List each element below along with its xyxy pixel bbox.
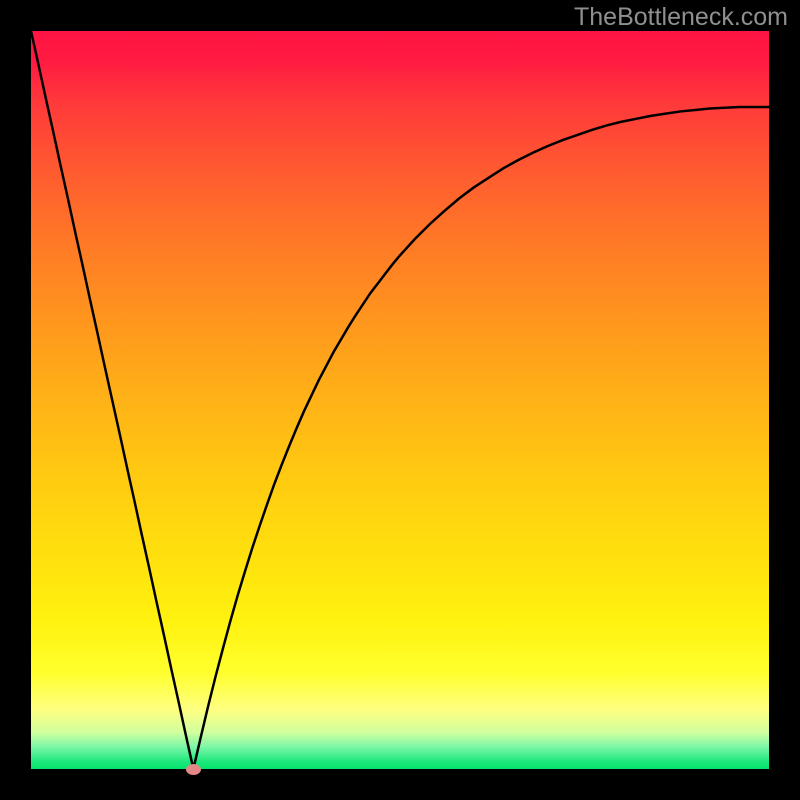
watermark-text: TheBottleneck.com (574, 3, 788, 32)
annotation-marker (186, 764, 201, 775)
bottleneck-curve (31, 31, 769, 769)
curve-canvas (31, 31, 769, 769)
chart-frame: { "watermark": "TheBottleneck.com", "ann… (0, 0, 800, 800)
plot-area (31, 31, 769, 769)
